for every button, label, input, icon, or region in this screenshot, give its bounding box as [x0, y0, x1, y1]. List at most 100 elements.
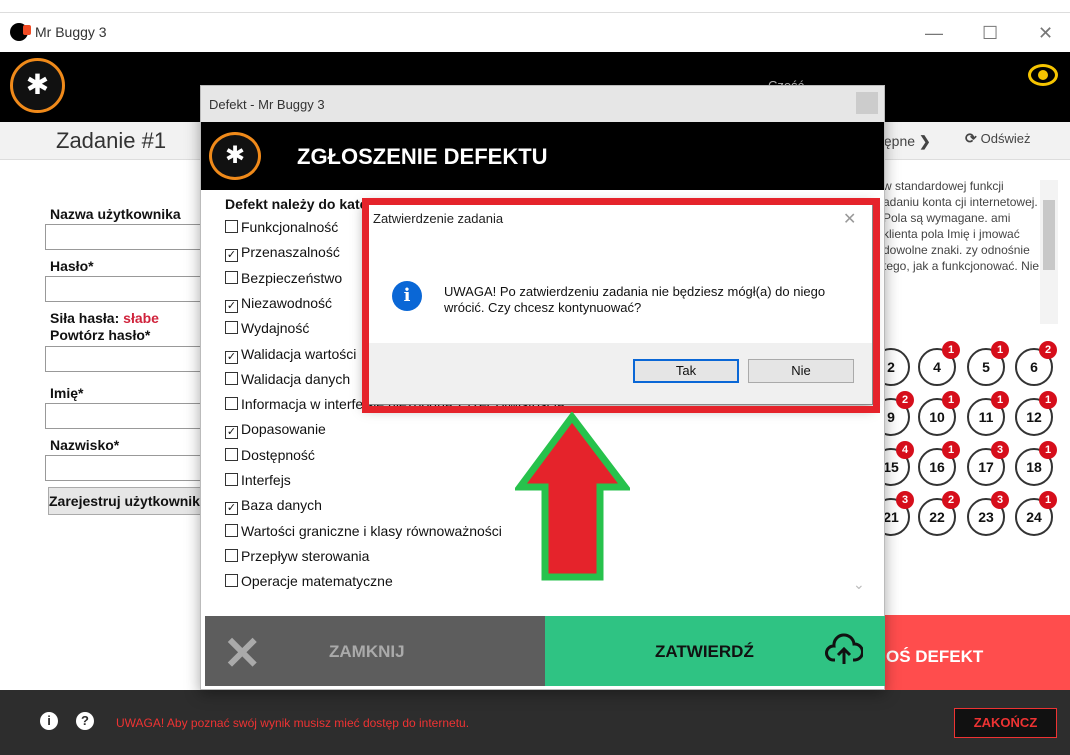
- unchecked-icon[interactable]: [225, 447, 238, 461]
- category-checkbox[interactable]: Wydajność: [225, 320, 309, 336]
- bug-logo-icon: ✱: [10, 58, 65, 113]
- unchecked-icon[interactable]: [225, 548, 238, 562]
- task-number: 17: [978, 459, 994, 475]
- task-number-17[interactable]: 17 3: [967, 441, 1009, 486]
- defect-heading: ZGŁOSZENIE DEFEKTU: [297, 144, 548, 169]
- info-icon[interactable]: i: [40, 712, 58, 730]
- cloud-upload-icon: [825, 633, 863, 664]
- checked-icon[interactable]: ✓: [225, 502, 238, 516]
- unchecked-icon[interactable]: [225, 574, 238, 588]
- category-checkbox[interactable]: Interfejs: [225, 472, 291, 488]
- defect-count-badge: 3: [896, 491, 914, 509]
- register-button[interactable]: Zarejestruj użytkownika: [48, 487, 208, 515]
- defect-count-badge: 2: [942, 491, 960, 509]
- close-defect-button[interactable]: ✕ ZAMKNIJ: [205, 616, 545, 686]
- report-defect-button[interactable]: OŚ DEFEKT: [860, 615, 1070, 695]
- defect-close-button[interactable]: [856, 92, 878, 114]
- task-number-18[interactable]: 18 1: [1015, 441, 1057, 486]
- chevron-down-icon: ⌄: [853, 576, 865, 592]
- minimize-button[interactable]: —: [925, 23, 943, 44]
- unchecked-icon[interactable]: [225, 321, 238, 335]
- task-description: w standardowej funkcji adaniu konta cji …: [883, 179, 1040, 273]
- checked-icon[interactable]: ✓: [225, 299, 238, 313]
- eye-icon[interactable]: [1028, 64, 1058, 86]
- unchecked-icon[interactable]: [225, 397, 238, 411]
- refresh-label: Odśwież: [980, 131, 1031, 146]
- app-icon: [10, 23, 31, 41]
- task-number-11[interactable]: 11 1: [967, 391, 1009, 436]
- defect-count-badge: 4: [896, 441, 914, 459]
- task-number: 12: [1026, 409, 1042, 425]
- task-number: 21: [883, 509, 899, 525]
- defect-header: ✱ ZGŁOSZENIE DEFEKTU: [201, 122, 884, 190]
- category-checkbox[interactable]: ✓ Dopasowanie: [225, 421, 326, 440]
- help-icon[interactable]: ?: [76, 712, 94, 730]
- task-number: 4: [933, 359, 941, 375]
- category-checkbox[interactable]: ✓ Baza danych: [225, 497, 322, 516]
- close-window-button[interactable]: ✕: [1038, 23, 1053, 44]
- firstname-label: Imię*: [50, 385, 84, 401]
- task-number: 24: [1026, 509, 1042, 525]
- next-label: tępne: [880, 133, 916, 149]
- username-label: Nazwa użytkownika: [50, 206, 181, 222]
- defect-count-badge: 1: [1039, 491, 1057, 509]
- firstname-input[interactable]: [45, 403, 205, 429]
- task-number-5[interactable]: 51: [967, 341, 1009, 386]
- category-checkbox[interactable]: Walidacja danych: [225, 371, 350, 387]
- task-number: 6: [1030, 359, 1038, 375]
- task-number: 22: [929, 509, 945, 525]
- task-number: 5: [982, 359, 990, 375]
- defect-dialog-title: Defekt - Mr Buggy 3: [209, 97, 325, 112]
- task-number-4[interactable]: 41: [918, 341, 960, 386]
- category-checkbox[interactable]: ✓ Walidacja wartości: [225, 346, 356, 364]
- finish-button[interactable]: ZAKOŃCZ: [954, 708, 1057, 738]
- task-number-6[interactable]: 62: [1015, 341, 1057, 386]
- confirm-defect-button[interactable]: ZATWIERDŹ: [545, 616, 885, 686]
- description-scrollbar[interactable]: [1040, 180, 1058, 324]
- task-number: 23: [978, 509, 994, 525]
- next-task-button[interactable]: tępne ❯: [880, 133, 931, 150]
- password-input[interactable]: [45, 276, 205, 302]
- defect-count-badge: 2: [1039, 341, 1057, 359]
- task-number-12[interactable]: 12 1: [1015, 391, 1057, 436]
- checked-icon[interactable]: ✓: [225, 350, 238, 364]
- category-checkbox[interactable]: Przepływ sterowania: [225, 548, 369, 564]
- footer-warning: UWAGA! Aby poznać swój wynik musisz mieć…: [116, 716, 470, 730]
- defect-count-badge: 1: [1039, 391, 1057, 409]
- task-title: Zadanie #1: [56, 128, 167, 153]
- refresh-button[interactable]: ⟳ Odśwież: [965, 130, 1030, 147]
- unchecked-icon[interactable]: [225, 220, 238, 233]
- refresh-icon: ⟳: [965, 130, 977, 146]
- window-title: Mr Buggy 3: [35, 24, 107, 40]
- task-number: 10: [929, 409, 945, 425]
- unchecked-icon[interactable]: [225, 371, 238, 385]
- task-number-10[interactable]: 10 1: [918, 391, 960, 436]
- defect-titlebar: Defekt - Mr Buggy 3: [201, 86, 884, 122]
- maximize-button[interactable]: ☐: [982, 23, 998, 44]
- category-label: Walidacja wartości: [241, 345, 357, 362]
- username-input[interactable]: [45, 224, 205, 250]
- repeat-password-input[interactable]: [45, 346, 205, 372]
- category-checkbox[interactable]: Operacje matematyczne: [225, 573, 393, 589]
- unchecked-icon[interactable]: [225, 473, 238, 486]
- category-checkbox[interactable]: Dostępność: [225, 447, 315, 463]
- category-checkbox[interactable]: Bezpieczeństwo: [225, 270, 342, 286]
- task-number-16[interactable]: 16 1: [918, 441, 960, 486]
- category-checkbox[interactable]: Wartości graniczne i klasy równoważności: [225, 523, 502, 539]
- repeat-password-label: Powtórz hasło*: [50, 327, 151, 343]
- unchecked-icon[interactable]: [225, 270, 238, 284]
- task-number: 9: [887, 409, 895, 425]
- lastname-input[interactable]: [45, 455, 205, 481]
- defect-count-badge: 3: [991, 491, 1009, 509]
- highlight-frame: [362, 198, 880, 413]
- checked-icon[interactable]: ✓: [225, 426, 238, 440]
- category-checkbox[interactable]: ✓ Przenaszalność: [225, 244, 340, 263]
- confirm-defect-label: ZATWIERDŹ: [655, 642, 754, 661]
- task-number-24[interactable]: 24 1: [1015, 491, 1057, 536]
- checked-icon[interactable]: ✓: [225, 249, 238, 263]
- category-checkbox[interactable]: ✓ Niezawodność: [225, 295, 332, 313]
- unchecked-icon[interactable]: [225, 523, 238, 537]
- task-number-22[interactable]: 22 2: [918, 491, 960, 536]
- category-checkbox[interactable]: Funkcjonalność: [225, 219, 338, 235]
- task-number-23[interactable]: 23 3: [967, 491, 1009, 536]
